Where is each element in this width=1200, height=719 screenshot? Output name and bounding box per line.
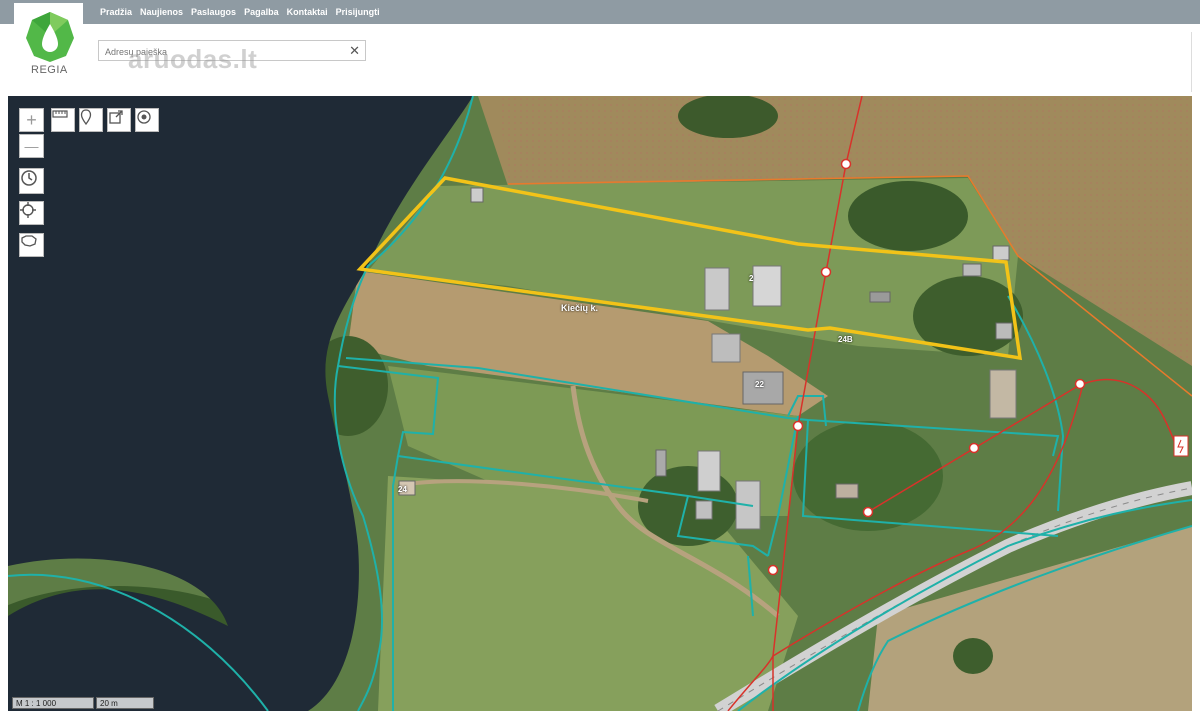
aerial-map[interactable]: [8, 96, 1192, 711]
greenhouse: [655, 449, 667, 477]
nav-help[interactable]: Pagalba: [244, 7, 279, 17]
nav-home[interactable]: Pradžia: [100, 7, 132, 17]
building: [835, 483, 859, 499]
lithuania-map-button[interactable]: [19, 233, 44, 257]
nav-services[interactable]: Paslaugos: [191, 7, 236, 17]
building: [704, 267, 730, 311]
locate-icon: [20, 202, 36, 218]
building: [989, 369, 1017, 419]
regia-logo-icon[interactable]: [24, 10, 76, 66]
divider: [1191, 32, 1192, 92]
building: [995, 322, 1013, 340]
measure-button[interactable]: [51, 108, 75, 132]
target-icon: [137, 110, 151, 124]
tree-cluster: [848, 181, 968, 251]
main-nav: Pradžia Naujienos Paslaugos Pagalba Kont…: [100, 0, 380, 24]
scale-ratio: M 1 : 1 000: [12, 697, 94, 709]
house-number-label: 22: [755, 380, 764, 389]
export-icon: [109, 110, 123, 124]
marker-icon: [80, 109, 92, 125]
tree-cluster: [678, 96, 778, 138]
measure-icon: [52, 110, 68, 118]
top-navigation-bar: Pradžia Naujienos Paslaugos Pagalba Kont…: [0, 0, 1200, 24]
target-button[interactable]: [135, 108, 159, 132]
nav-news[interactable]: Naujienos: [140, 7, 183, 17]
building: [697, 450, 721, 492]
logo-text: REGIA: [31, 64, 68, 76]
zoom-in-button[interactable]: +: [19, 108, 44, 132]
tree: [953, 638, 993, 674]
house-number-label: 24: [398, 485, 407, 494]
house-number-label: 2: [749, 274, 754, 283]
watermark-logo: aruodas.lt: [128, 44, 258, 74]
building: [962, 263, 982, 277]
building: [711, 333, 741, 363]
marker-button[interactable]: [79, 108, 103, 132]
history-icon: [21, 170, 37, 186]
map-view[interactable]: Kiečių k. 2 24B 22 24 + — M 1 : 1 000 20…: [8, 96, 1192, 711]
history-button[interactable]: [19, 168, 44, 194]
house-number-label: 24B: [838, 335, 853, 344]
nav-contacts[interactable]: Kontaktai: [287, 7, 328, 17]
substation-icon: [1173, 435, 1189, 457]
village-label: Kiečių k.: [561, 303, 599, 313]
nav-login[interactable]: Prisijungti: [336, 7, 380, 17]
building: [470, 187, 484, 203]
lithuania-map-icon: [21, 235, 37, 247]
building: [869, 291, 891, 303]
building: [992, 245, 1010, 261]
zoom-out-button[interactable]: —: [19, 134, 44, 158]
clear-search-icon[interactable]: ✕: [349, 43, 360, 59]
locate-button[interactable]: [19, 201, 44, 225]
building: [752, 265, 782, 307]
scale-bar: 20 m: [96, 697, 154, 709]
building: [695, 500, 713, 520]
export-button[interactable]: [107, 108, 131, 132]
